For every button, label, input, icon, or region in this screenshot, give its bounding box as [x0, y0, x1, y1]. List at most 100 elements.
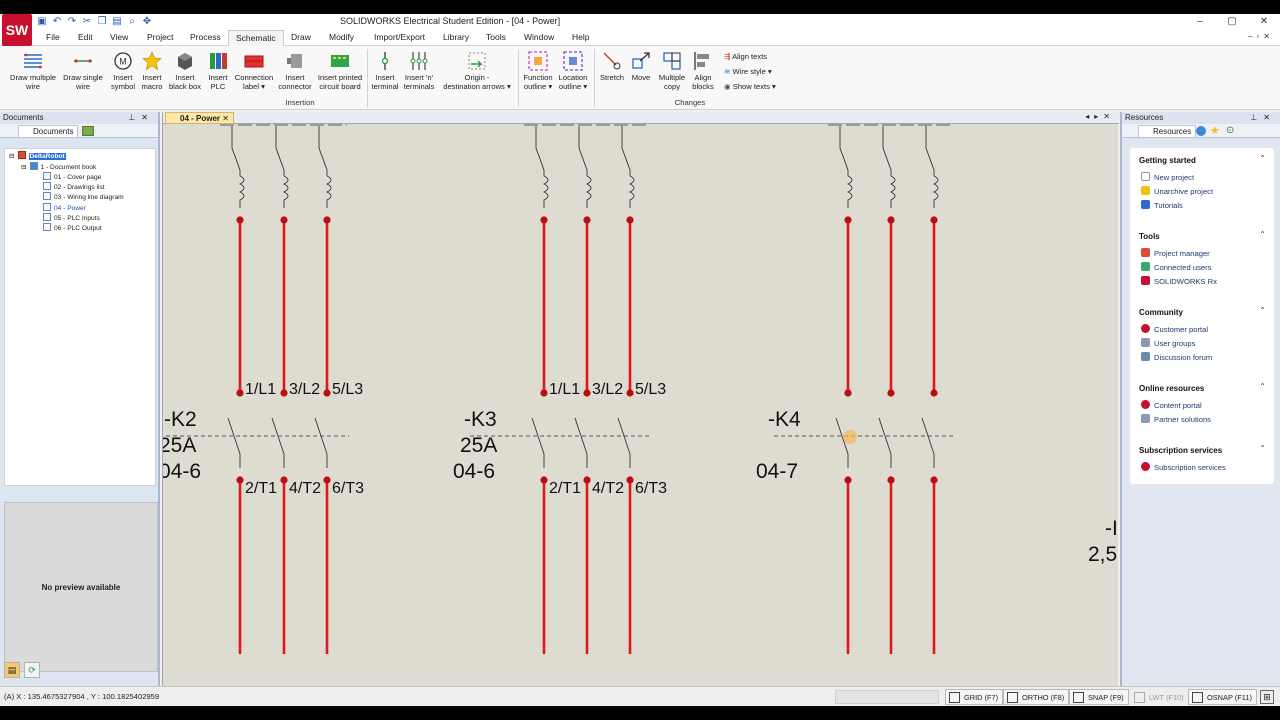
mdi-window-controls[interactable]: –▫✕ [1248, 32, 1274, 41]
menu-project[interactable]: Project [147, 32, 173, 42]
expand-icon[interactable]: ⊟ [9, 153, 15, 160]
tree-item-document-active[interactable]: 04 - Power [43, 203, 86, 212]
partial-rating[interactable]: 2,5 [1088, 543, 1117, 566]
link-discussion-forum[interactable]: Discussion forum [1141, 352, 1212, 362]
tab-documents[interactable]: Documents [18, 125, 79, 137]
insert-connector-button[interactable]: Insert connector [276, 50, 314, 91]
k2-rating[interactable]: 25A [163, 434, 196, 457]
save-icon[interactable]: ▣ [36, 16, 48, 28]
tree-item-book[interactable]: ⊟ 1 - Document book [21, 162, 96, 171]
collapse-icon[interactable]: ⌃ [1259, 382, 1266, 391]
solidworks-logo-icon[interactable]: SW [2, 14, 32, 46]
align-texts-button[interactable]: ⇶ Align texts [724, 52, 767, 61]
pan-icon[interactable]: ✥ [141, 16, 153, 28]
k3-rating[interactable]: 25A [460, 434, 497, 457]
move-button[interactable]: Move [628, 50, 654, 82]
tree-item-project[interactable]: ⊟ DeltaRobot [9, 151, 66, 160]
link-solidworks-rx[interactable]: SOLIDWORKS Rx [1141, 276, 1217, 286]
insert-symbol-button[interactable]: M Insert symbol [108, 50, 138, 91]
status-bar-menu-icon[interactable]: ⊞ [1260, 690, 1274, 704]
redo-icon[interactable]: ↷ [66, 16, 78, 28]
link-customer-portal[interactable]: Customer portal [1141, 324, 1208, 334]
documents-view-icon[interactable]: ▤ [4, 662, 20, 678]
canvas-tab-controls[interactable]: ◂▸✕ [1085, 112, 1115, 121]
undo-icon[interactable]: ↶ [51, 16, 63, 28]
drawing-canvas[interactable]: 04 - Power ✕ ◂▸✕ 1/L1 2/T1 3/L2 4/T2 5/L3 6/T… [162, 112, 1119, 686]
contactor-k2[interactable]: 1/L1 2/T1 3/L2 4/T2 5/L3 6/T3 [166, 124, 364, 654]
menu-file[interactable]: File [46, 32, 60, 42]
contactor-k3[interactable]: 1/L1 2/T1 3/L2 4/T2 5/L3 6/T3 [470, 124, 667, 654]
collapse-icon[interactable]: ⌃ [1259, 154, 1266, 163]
minimize-button[interactable]: – [1184, 14, 1216, 30]
k2-reference[interactable]: 04-6 [163, 460, 201, 483]
insert-black-box-button[interactable]: Insert black box [166, 50, 204, 91]
copy-icon[interactable]: ❐ [96, 16, 108, 28]
wire-style-button[interactable]: ≋ Wire style ▾ [724, 67, 772, 76]
tree-item-document[interactable]: 03 - Wiring line diagram [43, 192, 124, 201]
tree-item-document[interactable]: 02 - Drawings list [43, 182, 105, 191]
tree-item-document[interactable]: 06 - PLC Output [43, 223, 102, 232]
menu-import-export[interactable]: Import/Export [374, 32, 425, 42]
link-content-portal[interactable]: Content portal [1141, 400, 1202, 410]
link-partner-solutions[interactable]: Partner solutions [1141, 414, 1211, 424]
location-outline-button[interactable]: Location outline ▾ [554, 50, 592, 91]
components-tab-icon[interactable] [82, 126, 94, 136]
close-tab-icon[interactable]: ✕ [222, 114, 229, 123]
library-tab-icon[interactable]: ⊙ [1226, 125, 1234, 136]
contactor-k4[interactable] [774, 124, 956, 654]
function-outline-button[interactable]: Function outline ▾ [520, 50, 556, 91]
k3-reference[interactable]: 04-6 [453, 460, 495, 483]
cut-icon[interactable]: ✂ [81, 16, 93, 28]
grid-toggle[interactable]: GRID (F7) [945, 689, 1004, 705]
menu-window[interactable]: Window [524, 32, 554, 42]
connection-label-button[interactable]: Connection label ▾ [232, 50, 276, 91]
insert-pcb-button[interactable]: Insert printed circuit board [314, 50, 366, 91]
maximize-button[interactable]: ▢ [1216, 14, 1248, 30]
ortho-toggle[interactable]: ORTHO (F8) [1003, 689, 1070, 705]
link-user-groups[interactable]: User groups [1141, 338, 1195, 348]
link-tutorials[interactable]: Tutorials [1141, 200, 1183, 210]
k3-tag[interactable]: -K3 [464, 408, 497, 431]
link-connected-users[interactable]: Connected users [1141, 262, 1211, 272]
stretch-button[interactable]: Stretch [596, 50, 628, 82]
osnap-toggle[interactable]: OSNAP (F11) [1188, 689, 1257, 705]
menu-edit[interactable]: Edit [78, 32, 93, 42]
expand-icon[interactable]: ⊟ [21, 164, 27, 171]
tab-04-power[interactable]: 04 - Power ✕ [165, 112, 234, 124]
multiple-copy-button[interactable]: Multiple copy [654, 50, 690, 91]
insert-macro-button[interactable]: Insert macro [138, 50, 166, 91]
link-unarchive-project[interactable]: Unarchive project [1141, 186, 1213, 196]
draw-multiple-wire-button[interactable]: Draw multiple wire [6, 50, 60, 91]
collapse-icon[interactable]: ⌃ [1259, 444, 1266, 453]
link-new-project[interactable]: New project [1141, 172, 1194, 182]
menu-draw[interactable]: Draw [291, 32, 311, 42]
info-tab-icon[interactable] [1196, 126, 1206, 136]
link-project-manager[interactable]: Project manager [1141, 248, 1210, 258]
k2-tag[interactable]: -K2 [164, 408, 197, 431]
lwt-toggle[interactable]: LWT (F10) [1130, 689, 1189, 705]
menu-schematic[interactable]: Schematic [228, 30, 284, 46]
refresh-icon[interactable]: ⟳ [24, 662, 40, 678]
tab-resources[interactable]: Resources [1138, 125, 1197, 137]
origin-destination-arrows-button[interactable]: Origin - destination arrows ▾ [438, 50, 516, 91]
panel-pin-close[interactable]: ⊥✕ [1250, 112, 1276, 124]
collapse-icon[interactable]: ⌃ [1259, 306, 1266, 315]
k4-tag[interactable]: -K4 [768, 408, 801, 431]
align-blocks-button[interactable]: Align blocks [690, 50, 716, 91]
menu-modify[interactable]: Modify [329, 32, 354, 42]
zoom-icon[interactable]: ⌕ [126, 16, 138, 28]
show-texts-button[interactable]: ◉ Show texts ▾ [724, 82, 776, 91]
collapse-icon[interactable]: ⌃ [1259, 230, 1266, 239]
insert-plc-button[interactable]: Insert PLC [204, 50, 232, 91]
tree-item-document[interactable]: 05 - PLC Inputs [43, 213, 100, 222]
menu-process[interactable]: Process [190, 32, 221, 42]
link-subscription-services[interactable]: Subscription services [1141, 462, 1226, 472]
snap-toggle[interactable]: SNAP (F9) [1069, 689, 1129, 705]
menu-help[interactable]: Help [572, 32, 589, 42]
menu-library[interactable]: Library [443, 32, 469, 42]
partial-tag[interactable]: -I [1105, 517, 1118, 540]
draw-single-wire-button[interactable]: Draw single wire [60, 50, 106, 91]
panel-pin-close[interactable]: ⊥✕ [128, 112, 154, 124]
paste-icon[interactable]: ▤ [111, 16, 123, 28]
power-schematic[interactable]: 1/L1 2/T1 3/L2 4/T2 5/L3 6/T3 1/L1 2/T1 3/L2 4/T… [163, 124, 1119, 686]
